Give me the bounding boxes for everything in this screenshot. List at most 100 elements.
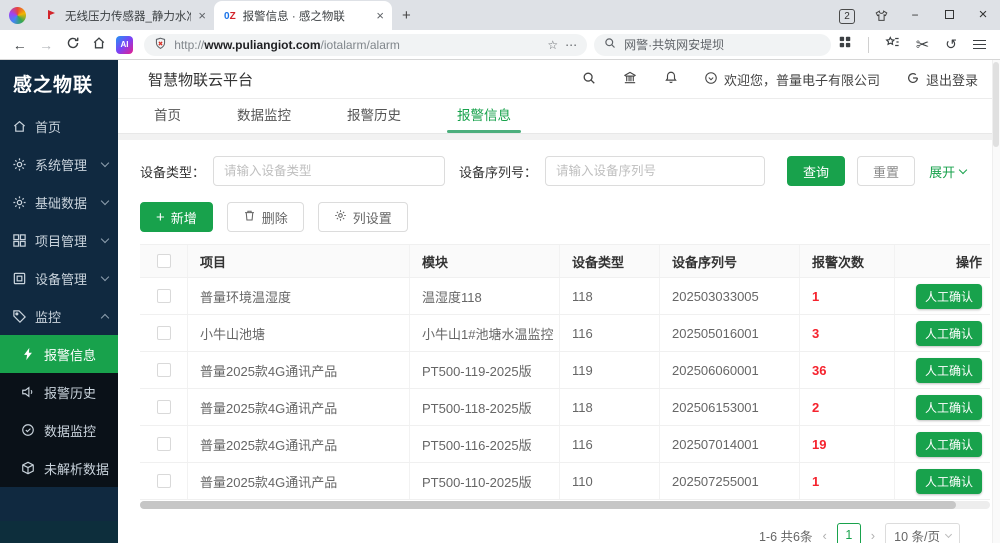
sidebar-subitem-alarm-info[interactable]: 报警信息 [0, 335, 118, 373]
page-1-button[interactable]: 1 [837, 523, 861, 543]
tab-count-badge[interactable]: 2 [839, 9, 855, 24]
bookmarks-list-icon[interactable] [885, 35, 900, 54]
undo-icon[interactable]: ↺ [945, 36, 957, 53]
confirm-button[interactable]: 人工确认 [916, 358, 982, 383]
toolbar-row: + 新增 删除 [140, 202, 990, 232]
lightning-icon [21, 347, 36, 362]
tab-data-monitoring[interactable]: 数据监控 [231, 104, 297, 133]
sidebar-item-home[interactable]: 首页 [0, 107, 118, 145]
tab-stash-icon[interactable] [864, 0, 898, 30]
shield-check-icon [21, 423, 36, 438]
add-button[interactable]: + 新增 [140, 202, 213, 232]
bookmark-star-icon[interactable]: ☆ [547, 38, 558, 52]
url-text[interactable]: http://www.puliangiot.com/iotalarm/alarm [174, 38, 540, 52]
logout-icon [906, 71, 920, 88]
query-button[interactable]: 查询 [787, 156, 845, 186]
pagination: 1-6 共6条 ‹ 1 › 10 条/页 [140, 523, 990, 543]
menu-icon[interactable] [973, 37, 986, 52]
horizontal-scrollbar[interactable] [140, 501, 990, 509]
row-checkbox[interactable] [157, 400, 171, 414]
column-settings-button[interactable]: 列设置 [318, 202, 408, 232]
confirm-button[interactable]: 人工确认 [916, 395, 982, 420]
next-page-button[interactable]: › [871, 528, 875, 543]
scrollbar-thumb[interactable] [140, 501, 956, 509]
cell-device-type: 116 [560, 426, 660, 462]
confirm-button[interactable]: 人工确认 [916, 469, 982, 494]
sidebar-item-project-management[interactable]: 项目管理 [0, 221, 118, 259]
confirm-button[interactable]: 人工确认 [916, 432, 982, 457]
page-tabs: 首页 数据监控 报警历史 报警信息 [118, 99, 1000, 134]
row-checkbox[interactable] [157, 437, 171, 451]
sidebar-item-base-data[interactable]: 基础数据 [0, 183, 118, 221]
tab-home[interactable]: 首页 [148, 104, 187, 133]
table-row: 小牛山池塘 小牛山1#池塘水温监控 116 202505016001 3 人工确… [140, 315, 990, 352]
prev-page-button[interactable]: ‹ [822, 528, 826, 543]
page-size-select[interactable]: 10 条/页 [885, 523, 960, 543]
ai-assistant-icon[interactable]: AI [116, 36, 134, 54]
url-field[interactable]: http://www.puliangiot.com/iotalarm/alarm… [144, 34, 587, 56]
sidebar-subitem-unparsed-data[interactable]: 未解析数据 [0, 449, 118, 487]
tab-close-icon[interactable]: × [376, 8, 384, 23]
chevron-down-icon [959, 165, 967, 173]
grid-icon [12, 233, 27, 248]
scrollbar-thumb[interactable] [993, 62, 999, 147]
header-search-icon[interactable] [582, 71, 596, 88]
device-type-input[interactable] [213, 156, 445, 186]
refresh-icon[interactable] [63, 36, 82, 53]
cell-module: 小牛山1#池塘水温监控 [410, 315, 560, 351]
home-icon[interactable] [89, 36, 108, 53]
sidebar-subitem-alarm-history[interactable]: 报警历史 [0, 373, 118, 411]
tab-alarm-info-active[interactable]: 报警信息 [451, 104, 517, 133]
reset-button[interactable]: 重置 [857, 156, 915, 186]
puliang-logo-icon [46, 8, 58, 23]
tab-close-icon[interactable]: × [198, 8, 206, 23]
cell-project: 普量2025款4G通讯产品 [188, 463, 410, 499]
expand-toggle[interactable]: 展开 [929, 162, 966, 181]
sidebar-subitem-data-monitoring[interactable]: 数据监控 [0, 411, 118, 449]
sidebar-item-device-management[interactable]: 设备管理 [0, 259, 118, 297]
maximize-button[interactable] [932, 0, 966, 30]
confirm-button[interactable]: 人工确认 [916, 284, 982, 309]
forward-icon[interactable]: → [36, 37, 55, 53]
new-tab-button[interactable]: + [402, 7, 411, 24]
device-icon [12, 271, 27, 286]
scissors-icon[interactable]: ✂ [916, 35, 929, 55]
cell-alarm-count: 2 [800, 389, 895, 425]
organization-bank-icon[interactable] [622, 70, 638, 88]
sidebar-item-system-management[interactable]: 系统管理 [0, 145, 118, 183]
more-options-icon[interactable]: ⋯ [565, 38, 577, 52]
tab-alarm-history[interactable]: 报警历史 [341, 104, 407, 133]
cell-project: 小牛山池塘 [188, 315, 410, 351]
minimize-button[interactable]: − [898, 0, 932, 30]
cell-alarm-count: 36 [800, 352, 895, 388]
welcome-group[interactable]: 欢迎您，普量电子有限公司 [704, 70, 880, 89]
chevron-down-icon [101, 196, 109, 204]
col-action: 操作 [895, 245, 990, 277]
search-field[interactable]: 网警·共筑网安堤坝 [594, 34, 831, 56]
row-checkbox[interactable] [157, 474, 171, 488]
row-checkbox[interactable] [157, 326, 171, 340]
logout-button[interactable]: 退出登录 [906, 70, 978, 89]
browser-logo-icon[interactable] [9, 7, 26, 24]
delete-button[interactable]: 删除 [227, 202, 304, 232]
shield-permission-icon[interactable] [154, 37, 167, 53]
notification-bell-icon[interactable] [664, 70, 678, 88]
browser-tab-1[interactable]: 无线压力传感器_静力水准仪_ × [36, 1, 214, 30]
row-checkbox[interactable] [157, 363, 171, 377]
back-icon[interactable]: ← [10, 37, 29, 53]
confirm-button[interactable]: 人工确认 [916, 321, 982, 346]
select-all-checkbox[interactable] [157, 254, 171, 268]
table-header-row: 项目 模块 设备类型 设备序列号 报警次数 操作 [140, 244, 990, 278]
close-button[interactable]: × [966, 0, 1000, 30]
divider [868, 37, 869, 53]
vertical-scrollbar[interactable] [992, 60, 1000, 543]
window-controls: 2 − × [830, 0, 1000, 30]
serial-number-input[interactable] [545, 156, 765, 186]
browser-tab-2-active[interactable]: 0Z 报警信息 · 感之物联 × [214, 1, 392, 30]
monitoring-submenu: 报警信息 报警历史 数据监控 [0, 335, 118, 487]
row-checkbox[interactable] [157, 289, 171, 303]
col-device-type: 设备类型 [560, 245, 660, 277]
apps-grid-icon[interactable] [838, 35, 852, 54]
sidebar-item-monitoring[interactable]: 监控 [0, 297, 118, 335]
cell-serial: 202503033005 [660, 278, 800, 314]
